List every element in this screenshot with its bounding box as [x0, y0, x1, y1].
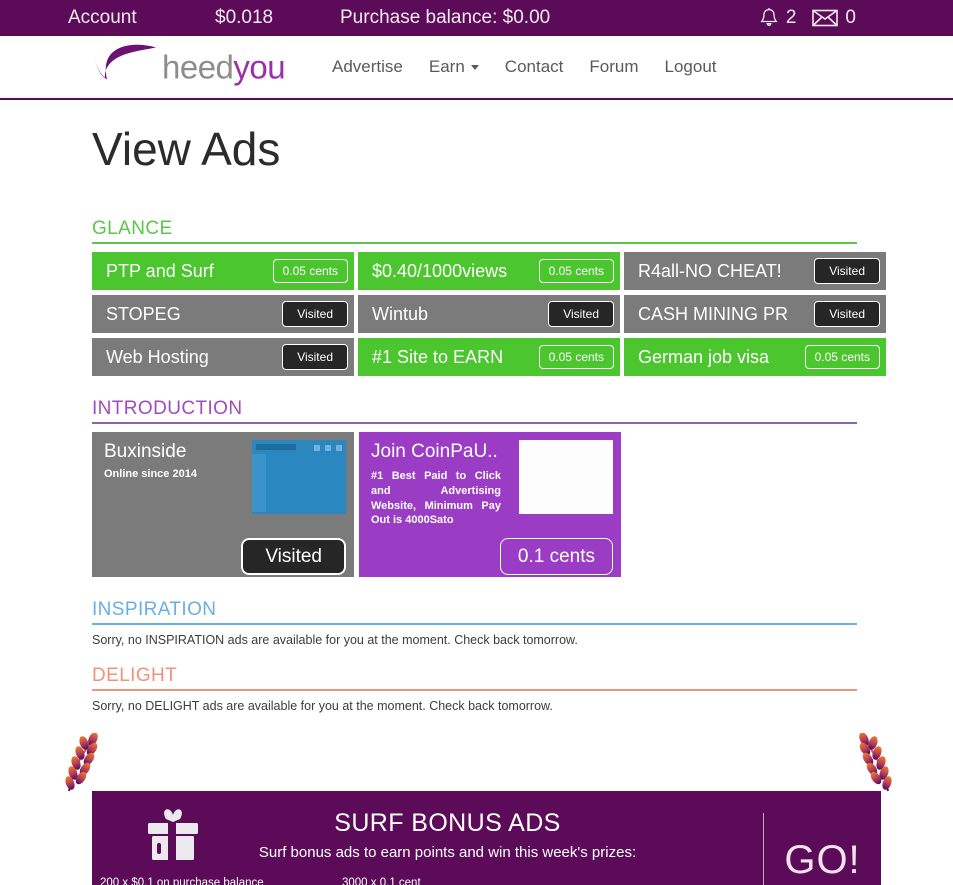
nav-label-logout: Logout: [664, 57, 717, 76]
nav-item-advertise[interactable]: Advertise: [332, 57, 403, 77]
ad-reward-button[interactable]: 0.05 cents: [804, 345, 880, 369]
section-divider-delight: [92, 689, 857, 691]
nav-label-contact: Contact: [504, 57, 564, 76]
site-logo[interactable]: heedyou: [92, 44, 286, 88]
section-divider-inspiration: [92, 623, 857, 625]
section-delight: DELIGHT Sorry, no DELIGHT ads are availa…: [92, 665, 953, 713]
prize-item: 200 x $0.1 on purchase balance: [100, 877, 264, 885]
banner-content: SURF BONUS ADS Surf bonus ads to earn po…: [92, 791, 763, 885]
nav-label-forum: Forum: [589, 57, 639, 76]
section-divider-glance: [92, 242, 857, 244]
banner-subtitle: Surf bonus ads to earn points and win th…: [258, 844, 637, 861]
nav-links: Advertise Earn Contact Forum Logout: [332, 57, 717, 77]
banner-go-button[interactable]: GO!: [763, 813, 881, 885]
logo-text: heedyou: [162, 48, 286, 86]
ad-reward-button[interactable]: 0.05 cents: [538, 345, 614, 369]
chevron-down-icon: [470, 64, 479, 70]
ad-title: Web Hosting: [106, 346, 209, 367]
intro-reward-button[interactable]: 0.1 cents: [499, 538, 613, 576]
section-heading-introduction: INTRODUCTION: [92, 398, 243, 419]
ad-title: German job visa: [638, 346, 770, 367]
ad-visited-button[interactable]: Visited: [814, 258, 880, 284]
prize-column-cents: 3000 x 0.1 cent 1500 x 0.5 cents 300 x 5…: [342, 869, 472, 885]
ad-tile[interactable]: Web Hosting Visited: [92, 338, 354, 376]
surf-bonus-banner-zone: SURF BONUS ADS Surf bonus ads to earn po…: [0, 732, 953, 885]
prize-item: 3000 x 0.1 cent: [342, 877, 421, 885]
envelope-icon[interactable]: [812, 8, 839, 28]
notification-count: 2: [785, 7, 797, 28]
ad-tile[interactable]: R4all-NO CHEAT! Visited: [624, 252, 886, 290]
gift-icon: [142, 805, 204, 868]
earnings-amount: $0.018: [215, 7, 274, 28]
surf-bonus-banner[interactable]: SURF BONUS ADS Surf bonus ads to earn po…: [92, 791, 881, 885]
ad-tile[interactable]: Wintub Visited: [358, 295, 620, 333]
page-title: View Ads: [92, 123, 281, 175]
blue-website-thumbnail: [252, 440, 346, 514]
ad-tile[interactable]: CASH MINING PR Visited: [624, 295, 886, 333]
intro-ad-card[interactable]: Buxinside Online since 2014 Visited: [92, 432, 354, 577]
top-status-bar: Account $0.018 Purchase balance: $0.00 2…: [0, 0, 953, 36]
ad-title: R4all-NO CHEAT!: [638, 260, 782, 281]
prize-column-purchase-balance: 200 x $0.1 on purchase balance 30 x $0.5…: [92, 869, 342, 885]
page-content: View Ads GLANCE PTP and Surf 0.05 cents …: [0, 122, 953, 885]
intro-visited-button[interactable]: Visited: [241, 538, 346, 576]
ad-title: #1 Site to EARN: [372, 346, 504, 367]
glance-ad-grid: PTP and Surf 0.05 cents $0.40/1000views …: [92, 252, 953, 376]
wheat-laurel-icon: [62, 732, 106, 800]
account-link[interactable]: Account: [68, 7, 137, 29]
section-heading-glance: GLANCE: [92, 218, 173, 239]
logo-text-second: you: [233, 48, 286, 85]
ad-tile[interactable]: STOPEG Visited: [92, 295, 354, 333]
section-heading-delight: DELIGHT: [92, 665, 178, 686]
nav-label-advertise: Advertise: [332, 57, 403, 76]
ad-reward-button[interactable]: 0.05 cents: [272, 259, 348, 283]
ad-tile[interactable]: PTP and Surf 0.05 cents: [92, 252, 354, 290]
ad-title: Wintub: [372, 303, 429, 324]
ad-visited-button[interactable]: Visited: [282, 344, 348, 370]
section-glance: GLANCE PTP and Surf 0.05 cents $0.40/100…: [92, 218, 953, 376]
section-divider-introduction: [92, 422, 857, 424]
main-navbar: heedyou Advertise Earn Contact Forum Log…: [0, 36, 953, 100]
ad-title: CASH MINING PR: [638, 303, 789, 324]
nav-item-contact[interactable]: Contact: [505, 57, 564, 77]
ad-title: STOPEG: [106, 303, 181, 324]
logo-text-first: heed: [162, 48, 234, 85]
ad-title: $0.40/1000views: [372, 260, 508, 281]
ad-tile[interactable]: $0.40/1000views 0.05 cents: [358, 252, 620, 290]
ad-visited-button[interactable]: Visited: [282, 301, 348, 327]
section-introduction: INTRODUCTION Buxinside Online since 2014…: [92, 398, 953, 577]
banner-prize-columns: 200 x $0.1 on purchase balance 30 x $0.5…: [92, 869, 763, 885]
ad-tile[interactable]: #1 Site to EARN 0.05 cents: [358, 338, 620, 376]
introduction-ad-grid: Buxinside Online since 2014 Visited Join…: [92, 432, 953, 577]
message-count: 0: [845, 7, 856, 28]
intro-ad-card[interactable]: Join CoinPaU.. #1 Best Paid to Click and…: [359, 432, 621, 577]
ad-title: PTP and Surf: [106, 260, 214, 281]
banner-title: SURF BONUS ADS: [334, 809, 561, 837]
swoosh-check-icon: [92, 39, 160, 88]
white-blank-thumbnail: [519, 440, 613, 514]
nav-item-forum[interactable]: Forum: [589, 57, 638, 77]
purchase-balance: Purchase balance: $0.00: [340, 7, 551, 28]
ad-visited-button[interactable]: Visited: [548, 301, 614, 327]
section-heading-inspiration: INSPIRATION: [92, 599, 217, 620]
nav-item-earn[interactable]: Earn: [429, 57, 479, 77]
section-inspiration: INSPIRATION Sorry, no INSPIRATION ads ar…: [92, 599, 953, 647]
ad-visited-button[interactable]: Visited: [814, 301, 880, 327]
inspiration-empty-message: Sorry, no INSPIRATION ads are available …: [92, 633, 578, 647]
ad-reward-button[interactable]: 0.05 cents: [538, 259, 614, 283]
bell-icon[interactable]: [759, 7, 779, 29]
nav-label-earn: Earn: [428, 57, 465, 76]
intro-ad-description: #1 Best Paid to Click and Advertising We…: [371, 469, 501, 527]
wheat-laurel-icon: [851, 732, 895, 800]
ad-tile[interactable]: German job visa 0.05 cents: [624, 338, 886, 376]
prize-column-memberships: 20 x Premium membership for 1 month 5 x …: [472, 869, 762, 885]
delight-empty-message: Sorry, no DELIGHT ads are available for …: [92, 699, 553, 713]
go-label: GO!: [784, 837, 861, 882]
nav-item-logout[interactable]: Logout: [665, 57, 717, 77]
